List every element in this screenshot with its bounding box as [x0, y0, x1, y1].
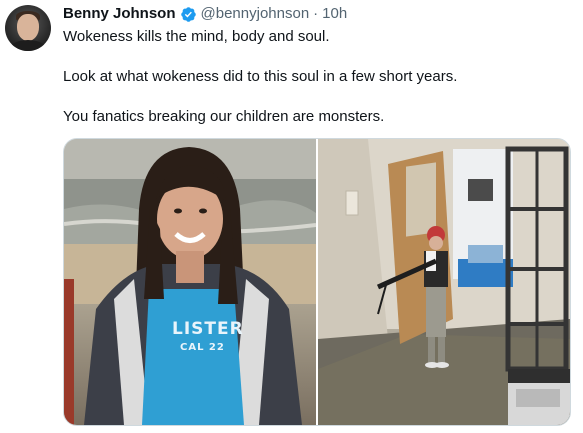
tweet-line-3: You fanatics breaking our children are m…: [63, 108, 385, 125]
author-handle[interactable]: @bennyjohnson: [201, 5, 310, 23]
media-photo-right[interactable]: [318, 139, 570, 425]
tweet-timestamp[interactable]: 10h: [322, 5, 347, 23]
hallway-scene-illustration: [318, 139, 570, 425]
author-name[interactable]: Benny Johnson: [63, 5, 176, 23]
media-photo-left[interactable]: LISTER CAL 22: [64, 139, 316, 425]
avatar-shirt: [9, 40, 47, 51]
shirt-print-subtext: CAL 22: [180, 342, 225, 353]
shirt-print-text: LISTER: [172, 319, 244, 339]
tweet-body: Wokeness kills the mind, body and soul. …: [63, 27, 573, 127]
separator-dot: ·: [313, 5, 319, 22]
verified-badge-icon: [180, 6, 196, 22]
tweet-media-grid: LISTER CAL 22: [63, 138, 571, 426]
portrait-illustration: [64, 139, 316, 425]
avatar-face: [17, 14, 39, 41]
tweet-line-2: Look at what wokeness did to this soul i…: [63, 68, 458, 85]
author-avatar[interactable]: [5, 5, 51, 51]
tweet-header: Benny Johnson @bennyjohnson · 10h: [63, 5, 347, 23]
tweet-line-1: Wokeness kills the mind, body and soul.: [63, 28, 330, 45]
